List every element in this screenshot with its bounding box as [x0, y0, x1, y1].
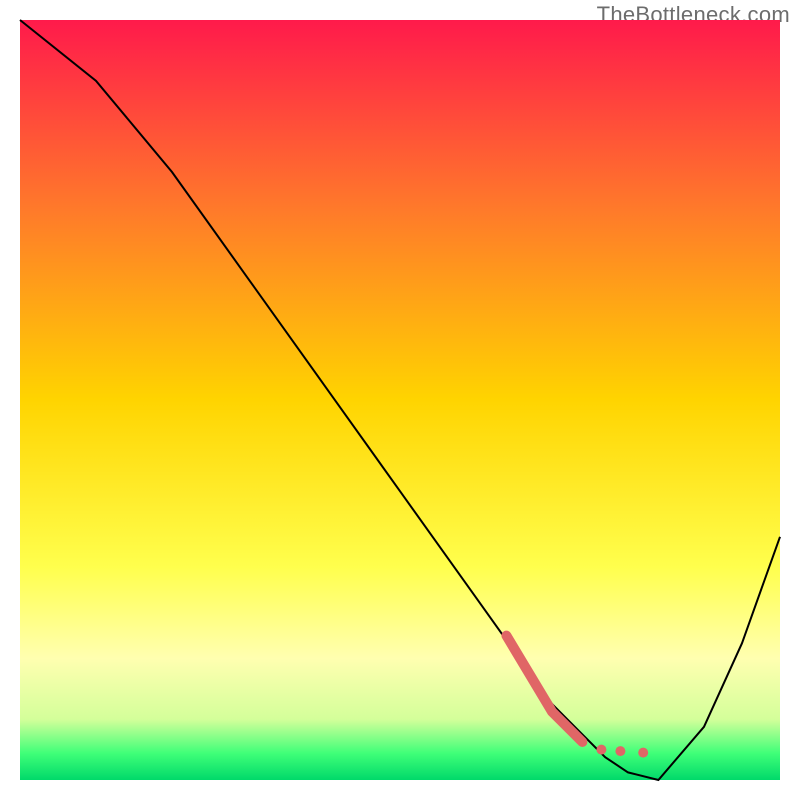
highlight-dot	[596, 745, 606, 755]
gradient-background	[20, 20, 780, 780]
highlight-dot	[615, 746, 625, 756]
highlight-dot	[638, 748, 648, 758]
chart-container: { "watermark": "TheBottleneck.com", "gra…	[0, 0, 800, 800]
bottleneck-chart	[0, 0, 800, 800]
